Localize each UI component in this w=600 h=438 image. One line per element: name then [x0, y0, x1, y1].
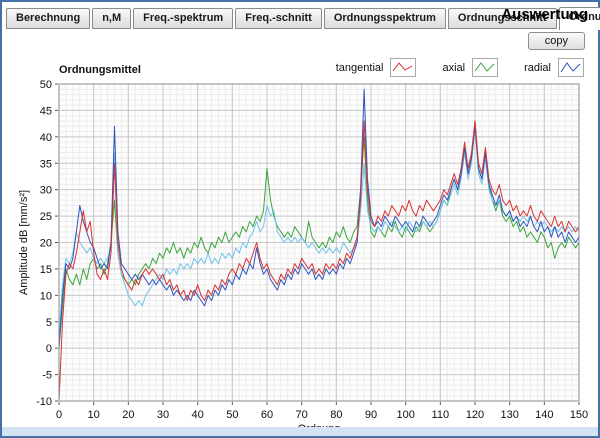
copy-button[interactable]: copy: [528, 32, 585, 50]
x-tick-label: 70: [296, 409, 308, 421]
y-tick-label: 25: [40, 211, 52, 223]
x-tick-label: 130: [500, 409, 518, 421]
x-tick-label: 0: [56, 409, 62, 421]
legend-label: axial: [442, 62, 465, 74]
x-tick-label: 150: [570, 409, 588, 421]
y-tick-label: -10: [36, 396, 52, 408]
y-tick-label: 15: [40, 264, 52, 276]
legend-entry-axial[interactable]: axial: [442, 58, 498, 77]
line-sample-icon: [558, 58, 584, 77]
tab-n-m[interactable]: n,M: [92, 8, 131, 29]
x-tick-label: 20: [122, 409, 134, 421]
y-tick-label: 40: [40, 132, 52, 144]
line-sample-icon: [390, 58, 416, 77]
tab-freq-schnitt[interactable]: Freq.-schnitt: [235, 8, 322, 29]
page-title: Auswertung: [501, 6, 588, 23]
tab-ordnungsspektrum[interactable]: Ordnungsspektrum: [324, 8, 446, 29]
x-tick-label: 100: [396, 409, 414, 421]
y-tick-label: 50: [40, 79, 52, 91]
y-tick-label: 45: [40, 105, 52, 117]
y-tick-label: 30: [40, 185, 52, 197]
y-tick-label: -5: [42, 370, 52, 382]
y-tick-label: 35: [40, 158, 52, 170]
x-tick-label: 90: [365, 409, 377, 421]
legend-entry-radial[interactable]: radial: [524, 58, 584, 77]
app-window: Berechnung n,M Freq.-spektrum Freq.-schn…: [0, 0, 600, 438]
y-tick-label: 0: [46, 343, 52, 355]
x-tick-label: 30: [157, 409, 169, 421]
order-average-chart: -10 -5 0 5 10 15 20 25 30 35 40 45 50 0 10 20 30 40 50 60 70…: [2, 62, 600, 437]
tab-freq-spektrum[interactable]: Freq.-spektrum: [133, 8, 233, 29]
y-tick-label: 5: [46, 317, 52, 329]
line-sample-icon: [472, 58, 498, 77]
legend-entry-tangential[interactable]: tangential: [336, 58, 417, 77]
x-tick-label: 120: [466, 409, 484, 421]
x-tick-label: 110: [432, 409, 450, 421]
x-tick-label: 50: [226, 409, 238, 421]
window-bottom-strip: [2, 427, 598, 436]
x-tick-label: 80: [330, 409, 342, 421]
legend-label: tangential: [336, 62, 384, 74]
chart-legend: tangential axial radial: [336, 58, 584, 77]
x-tick-label: 140: [535, 409, 553, 421]
x-tick-label: 60: [261, 409, 273, 421]
y-axis-label: Amplitude dB [mm/s²]: [18, 190, 30, 295]
tab-berechnung[interactable]: Berechnung: [6, 8, 90, 29]
legend-label: radial: [524, 62, 551, 74]
x-tick-label: 40: [192, 409, 204, 421]
y-tick-label: 10: [40, 290, 52, 302]
y-tick-label: 20: [40, 238, 52, 250]
x-tick-label: 10: [88, 409, 100, 421]
